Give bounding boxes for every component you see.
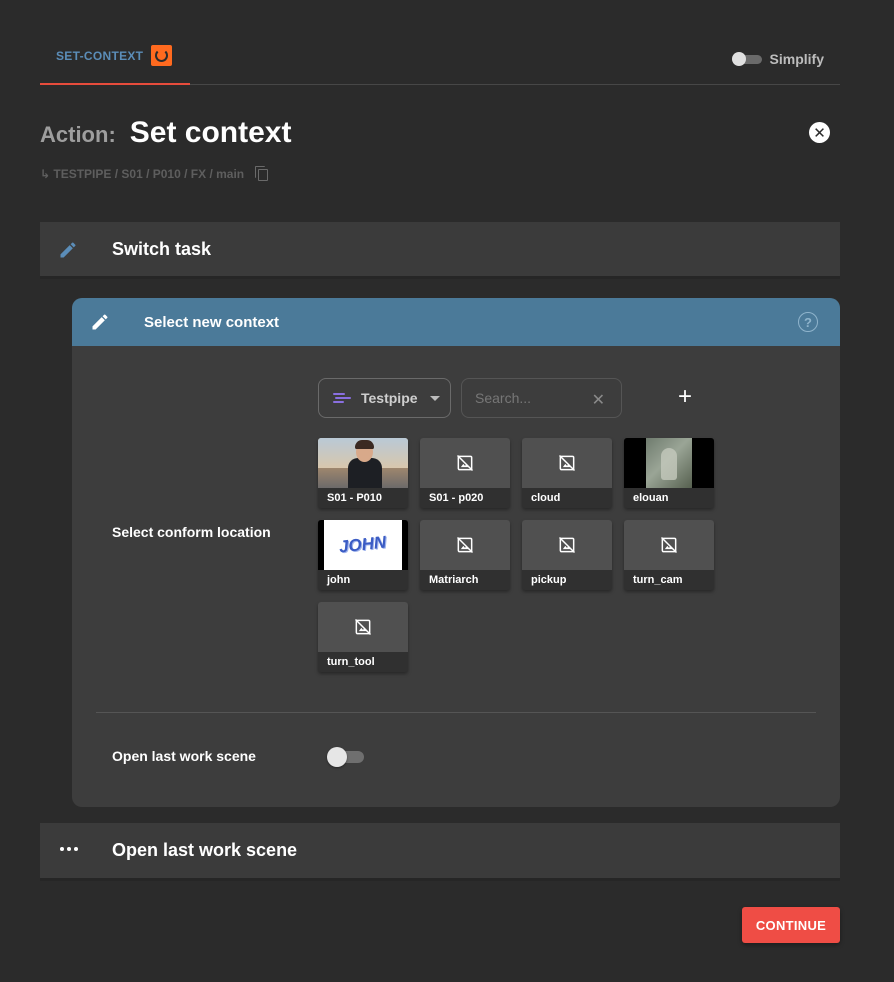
thumbnail-image	[624, 438, 714, 488]
project-label: Testpipe	[361, 390, 418, 406]
tile-label: turn_tool	[327, 656, 375, 668]
select-context-card: Select new context ? Testpipe ✕ + Select…	[72, 298, 840, 807]
copy-icon[interactable]	[254, 166, 270, 182]
thumbnail-image: JOHN	[318, 520, 408, 570]
page-title: Set context	[129, 116, 292, 149]
open-last-toggle[interactable]	[327, 747, 365, 767]
thumbnail-placeholder	[420, 438, 510, 488]
location-tile[interactable]: Matriarch	[420, 520, 510, 590]
project-select[interactable]: Testpipe	[318, 378, 451, 418]
no-image-icon	[558, 536, 576, 554]
conform-location-label: Select conform location	[112, 524, 271, 540]
location-tile[interactable]: S01 - P010	[318, 438, 408, 508]
pencil-icon	[92, 314, 108, 330]
thumbnail-placeholder	[522, 438, 612, 488]
action-prefix: Action:	[40, 122, 116, 147]
location-tile[interactable]: JOHN john	[318, 520, 408, 590]
tile-label: turn_cam	[633, 574, 683, 586]
action-header: Action: Set context	[40, 116, 291, 150]
tab-label: SET-CONTEXT	[56, 49, 144, 63]
divider	[96, 712, 816, 713]
open-last-work-scene-panel[interactable]: Open last work scene	[40, 823, 840, 881]
tile-label: Matriarch	[429, 574, 479, 586]
breadcrumb-path: ↳ TESTPIPE / S01 / P010 / FX / main	[40, 167, 245, 181]
more-dots-icon	[60, 846, 78, 852]
close-button[interactable]: ✕	[809, 122, 830, 143]
select-context-title: Select new context	[144, 313, 280, 331]
open-last-label: Open last work scene	[112, 748, 256, 764]
tile-label: john	[327, 574, 351, 586]
plus-icon: +	[677, 383, 692, 410]
simplify-toggle[interactable]: Simplify	[731, 51, 824, 67]
search-box: ✕	[461, 378, 622, 418]
clear-icon[interactable]: ✕	[592, 390, 605, 410]
location-tile[interactable]: S01 - p020	[420, 438, 510, 508]
no-image-icon	[456, 454, 474, 472]
no-image-icon	[456, 536, 474, 554]
help-icon[interactable]: ?	[798, 312, 818, 332]
switch-task-panel[interactable]: Switch task	[40, 222, 840, 279]
tile-label: cloud	[531, 492, 561, 504]
simplify-switch[interactable]	[731, 52, 762, 66]
location-tile[interactable]: turn_cam	[624, 520, 714, 590]
tile-label: S01 - P010	[327, 492, 383, 504]
select-context-header[interactable]: Select new context ?	[72, 298, 840, 346]
chevron-down-icon	[429, 395, 440, 401]
houdini-icon	[151, 45, 173, 66]
location-tile[interactable]: turn_tool	[318, 602, 408, 672]
tile-label: S01 - p020	[429, 492, 484, 504]
location-tile[interactable]: elouan	[624, 438, 714, 508]
location-tile[interactable]: pickup	[522, 520, 612, 590]
close-icon: ✕	[813, 124, 826, 142]
thumbnail-image	[318, 438, 408, 488]
open-last-work-scene-title: Open last work scene	[112, 840, 298, 860]
no-image-icon	[354, 618, 372, 636]
switch-task-title: Switch task	[112, 238, 212, 259]
search-input[interactable]	[475, 390, 585, 406]
thumbnail-placeholder	[318, 602, 408, 652]
tile-label: elouan	[633, 492, 669, 504]
add-button[interactable]: +	[676, 384, 694, 412]
continue-button[interactable]: CONTINUE	[742, 907, 840, 943]
thumbnail-text: JOHN	[338, 532, 388, 557]
breadcrumb: ↳ TESTPIPE / S01 / P010 / FX / main	[40, 166, 270, 182]
pencil-icon	[60, 242, 76, 258]
location-tile[interactable]: cloud	[522, 438, 612, 508]
thumbnail-placeholder	[522, 520, 612, 570]
tab-bar: SET-CONTEXT	[40, 36, 840, 85]
no-image-icon	[660, 536, 678, 554]
tab-set-context[interactable]: SET-CONTEXT	[40, 36, 190, 85]
thumbnail-placeholder	[420, 520, 510, 570]
wind-icon	[333, 391, 351, 405]
no-image-icon	[558, 454, 576, 472]
simplify-label: Simplify	[769, 51, 824, 67]
tile-label: pickup	[531, 574, 567, 586]
thumbnail-placeholder	[624, 520, 714, 570]
